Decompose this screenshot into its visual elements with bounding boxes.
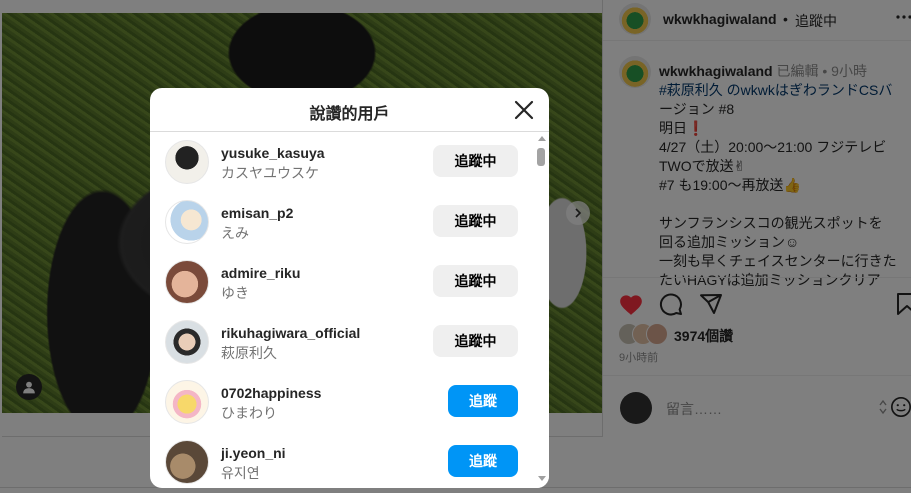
scroll-down-arrow-icon[interactable] (538, 476, 546, 481)
close-icon[interactable] (512, 98, 536, 122)
avatar[interactable] (165, 320, 209, 364)
following-button[interactable]: 追蹤中 (433, 325, 518, 357)
liker-username[interactable]: admire_riku (221, 265, 300, 281)
list-item[interactable]: emisan_p2 えみ 追蹤中 (150, 192, 536, 252)
avatar[interactable] (165, 380, 209, 424)
avatar[interactable] (165, 260, 209, 304)
liker-fullname: 萩原利久 (221, 345, 277, 361)
liker-username[interactable]: rikuhagiwara_official (221, 325, 360, 341)
liker-username[interactable]: ji.yeon_ni (221, 445, 286, 461)
liker-fullname: ひまわり (221, 405, 277, 421)
avatar[interactable] (165, 440, 209, 484)
avatar[interactable] (165, 200, 209, 244)
avatar[interactable] (165, 140, 209, 184)
liker-username[interactable]: 0702happiness (221, 385, 321, 401)
liker-fullname: 유지연 (221, 465, 260, 481)
list-item[interactable]: admire_riku ゆき 追蹤中 (150, 252, 536, 312)
follow-button[interactable]: 追蹤 (448, 385, 518, 417)
liker-username[interactable]: yusuke_kasuya (221, 145, 325, 161)
list-item[interactable]: yusuke_kasuya カスヤユウスケ 追蹤中 (150, 132, 536, 192)
liker-fullname: カスヤユウスケ (221, 165, 319, 181)
likes-dialog: 說讚的用戶 yusuke_kasuya カスヤユウスケ 追蹤中 emisan_p… (150, 88, 549, 488)
list-item[interactable]: 0702happiness ひまわり 追蹤 (150, 372, 536, 432)
follow-button[interactable]: 追蹤 (448, 445, 518, 477)
scrollbar[interactable] (536, 132, 549, 488)
dialog-header: 說讚的用戶 (150, 88, 549, 132)
liker-username[interactable]: emisan_p2 (221, 205, 293, 221)
list-item[interactable]: rikuhagiwara_official 萩原利久 追蹤中 (150, 312, 536, 372)
liker-fullname: ゆき (221, 285, 249, 301)
dialog-title: 說讚的用戶 (309, 106, 390, 123)
scroll-up-arrow-icon[interactable] (538, 136, 546, 141)
list-item[interactable]: ji.yeon_ni 유지연 追蹤 (150, 432, 536, 488)
following-button[interactable]: 追蹤中 (433, 145, 518, 177)
following-button[interactable]: 追蹤中 (433, 265, 518, 297)
following-button[interactable]: 追蹤中 (433, 205, 518, 237)
likers-list[interactable]: yusuke_kasuya カスヤユウスケ 追蹤中 emisan_p2 えみ 追… (150, 132, 536, 488)
liker-fullname: えみ (221, 225, 249, 241)
scrollbar-thumb[interactable] (537, 148, 545, 166)
